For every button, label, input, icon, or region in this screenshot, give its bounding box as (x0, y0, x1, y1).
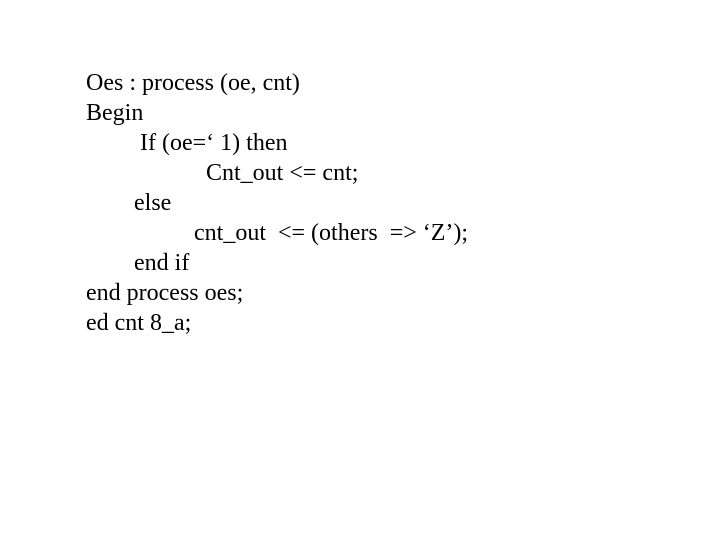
code-line-8: end process oes; (86, 278, 720, 308)
code-line-9: ed cnt 8_a; (86, 308, 720, 338)
code-line-6: cnt_out <= (others => ‘Z’); (86, 218, 720, 248)
code-line-5: else (86, 188, 720, 218)
code-line-4: Cnt_out <= cnt; (86, 158, 720, 188)
code-slide: Oes : process (oe, cnt) Begin If (oe=‘ 1… (0, 0, 720, 540)
code-line-3: If (oe=‘ 1) then (86, 128, 720, 158)
code-line-1: Oes : process (oe, cnt) (86, 68, 720, 98)
code-line-2: Begin (86, 98, 720, 128)
code-line-7: end if (86, 248, 720, 278)
